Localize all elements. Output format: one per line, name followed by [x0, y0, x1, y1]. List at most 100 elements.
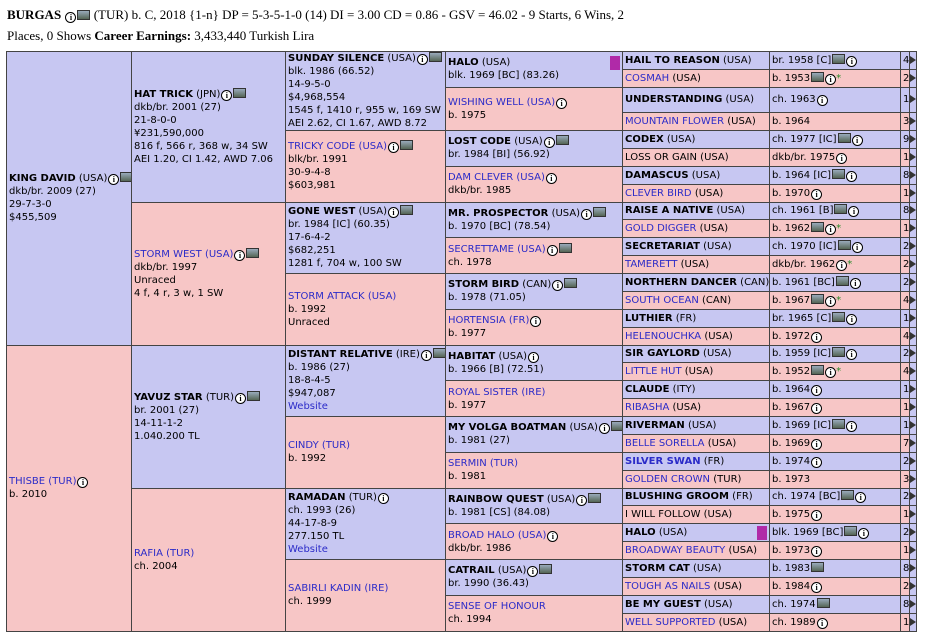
- info-icon[interactable]: i: [598, 423, 610, 435]
- horse-name-link[interactable]: BELLE SORELLA: [625, 438, 705, 449]
- info-icon[interactable]: i: [388, 142, 400, 154]
- expand-arrow-icon[interactable]: [910, 331, 916, 340]
- info-icon[interactable]: i: [552, 280, 564, 292]
- info-icon[interactable]: i: [846, 349, 858, 361]
- info-icon[interactable]: i: [816, 617, 828, 629]
- expand-arrow-icon[interactable]: [910, 152, 916, 161]
- photo-icon[interactable]: [832, 418, 846, 429]
- photo-icon[interactable]: [811, 71, 825, 82]
- expand-arrow-cell[interactable]: [909, 51, 917, 70]
- expand-arrow-cell[interactable]: [909, 344, 917, 364]
- info-icon[interactable]: i: [547, 530, 559, 542]
- photo-icon[interactable]: [120, 172, 131, 183]
- expand-arrow-cell[interactable]: [909, 398, 917, 417]
- photo-icon[interactable]: [610, 421, 622, 432]
- info-icon[interactable]: i: [849, 277, 861, 289]
- horse-name-link[interactable]: I WILL FOLLOW: [625, 509, 700, 520]
- horse-name-link[interactable]: THISBE: [9, 476, 45, 487]
- horse-name-link[interactable]: RAFIA: [134, 548, 163, 559]
- horse-name-link[interactable]: HORTENSIA: [448, 315, 506, 326]
- expand-arrow-icon[interactable]: [910, 224, 916, 233]
- horse-name-link[interactable]: DAM CLEVER: [448, 172, 513, 183]
- expand-arrow-cell[interactable]: [909, 165, 917, 185]
- info-icon[interactable]: i: [855, 492, 867, 504]
- horse-name-link[interactable]: COSMAH: [625, 73, 669, 84]
- horse-name-link[interactable]: STORM WEST: [134, 249, 202, 260]
- expand-arrow-cell[interactable]: [909, 487, 917, 507]
- horse-name-link[interactable]: LOSS OR GAIN: [625, 152, 697, 163]
- horse-name-link[interactable]: CINDY: [288, 440, 319, 451]
- info-icon[interactable]: i: [546, 244, 558, 256]
- family-number[interactable]: 3-h: [903, 474, 909, 485]
- horse-detail[interactable]: Website: [288, 401, 328, 412]
- family-number[interactable]: 2-d: [903, 581, 909, 592]
- photo-icon[interactable]: [77, 10, 91, 20]
- info-icon[interactable]: i: [77, 477, 89, 488]
- expand-arrow-icon[interactable]: [910, 242, 916, 251]
- family-number[interactable]: 4-n: [903, 55, 909, 66]
- family-number[interactable]: 10-a: [903, 420, 909, 431]
- horse-name-link[interactable]: BLUSHING GROOM: [625, 491, 729, 502]
- family-number[interactable]: 8-c: [903, 599, 909, 610]
- family-number[interactable]: 2-s: [903, 456, 909, 467]
- expand-arrow-icon[interactable]: [910, 510, 916, 519]
- horse-name-link[interactable]: HAT TRICK: [134, 89, 193, 100]
- horse-name-link[interactable]: LITTLE HUT: [625, 366, 682, 377]
- expand-arrow-icon[interactable]: [910, 581, 916, 590]
- info-icon[interactable]: i: [416, 54, 428, 65]
- expand-arrow-cell[interactable]: [909, 505, 917, 525]
- horse-name-link[interactable]: STORM BIRD: [448, 279, 519, 290]
- expand-arrow-cell[interactable]: [909, 362, 917, 382]
- expand-arrow-cell[interactable]: [909, 255, 917, 274]
- expand-arrow-cell[interactable]: [909, 594, 917, 614]
- horse-name-link[interactable]: NORTHERN DANCER: [625, 277, 737, 288]
- info-icon[interactable]: i: [235, 392, 246, 404]
- family-number[interactable]: 14-c: [903, 313, 909, 324]
- expand-arrow-icon[interactable]: [910, 188, 916, 197]
- expand-arrow-icon[interactable]: [910, 73, 916, 82]
- expand-arrow-cell[interactable]: [909, 219, 917, 239]
- expand-arrow-cell[interactable]: [909, 273, 917, 292]
- expand-arrow-cell[interactable]: [909, 576, 917, 596]
- photo-icon[interactable]: [832, 311, 846, 322]
- expand-arrow-cell[interactable]: [909, 68, 917, 88]
- expand-arrow-icon[interactable]: [910, 474, 916, 483]
- horse-name-link[interactable]: SABIRLI KADIN: [288, 583, 361, 594]
- horse-name-link[interactable]: BROAD HALO: [448, 530, 515, 541]
- info-icon[interactable]: i: [576, 494, 588, 506]
- expand-arrow-icon[interactable]: [910, 599, 916, 608]
- family-number[interactable]: 4-j: [903, 295, 909, 306]
- info-icon[interactable]: i: [848, 206, 860, 218]
- family-number[interactable]: 13-c: [903, 223, 909, 234]
- family-number[interactable]: 14-f: [903, 509, 909, 520]
- expand-arrow-icon[interactable]: [910, 546, 916, 555]
- photo-icon[interactable]: [837, 132, 851, 143]
- photo-icon[interactable]: [844, 526, 858, 537]
- info-icon[interactable]: i: [811, 581, 823, 593]
- horse-name-link[interactable]: HAIL TO REASON: [625, 55, 720, 66]
- family-number[interactable]: 10-a: [903, 545, 909, 556]
- info-icon[interactable]: i: [545, 173, 557, 185]
- info-icon[interactable]: i: [420, 350, 432, 362]
- photo-icon[interactable]: [832, 53, 846, 64]
- expand-arrow-icon[interactable]: [910, 55, 916, 64]
- expand-arrow-icon[interactable]: [910, 456, 916, 465]
- expand-arrow-icon[interactable]: [910, 206, 916, 215]
- photo-icon[interactable]: [832, 347, 846, 358]
- expand-arrow-icon[interactable]: [910, 117, 916, 126]
- info-icon[interactable]: i: [65, 12, 77, 23]
- family-number[interactable]: 1-t: [903, 384, 909, 395]
- horse-name-link[interactable]: HALO: [448, 57, 479, 68]
- expand-arrow-icon[interactable]: [910, 420, 916, 429]
- info-icon[interactable]: i: [825, 224, 837, 236]
- expand-arrow-cell[interactable]: [909, 523, 917, 543]
- family-number[interactable]: 7-e: [903, 438, 909, 449]
- family-number[interactable]: 2-d: [903, 527, 909, 538]
- photo-icon[interactable]: [811, 561, 825, 572]
- expand-arrow-cell[interactable]: [909, 326, 917, 346]
- horse-name-link[interactable]: MY VOLGA BOATMAN: [448, 422, 566, 433]
- info-icon[interactable]: i: [846, 420, 858, 432]
- horse-name-link[interactable]: UNDERSTANDING: [625, 94, 722, 105]
- photo-icon[interactable]: [539, 564, 553, 575]
- family-number[interactable]: 1-g: [903, 94, 909, 105]
